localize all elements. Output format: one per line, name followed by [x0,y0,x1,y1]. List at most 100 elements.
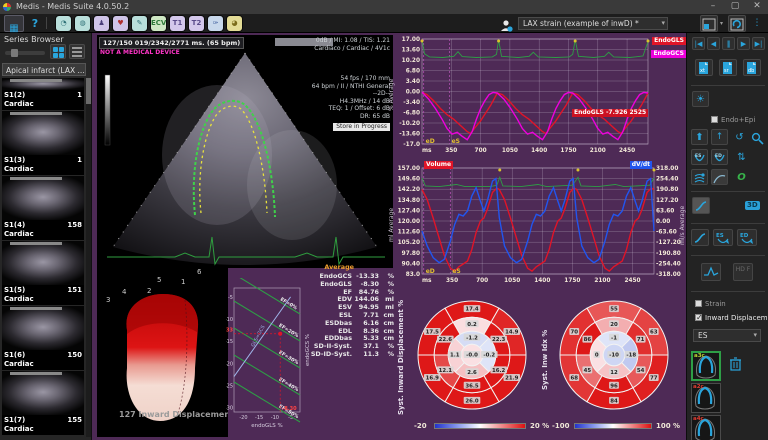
series-thumbnail[interactable]: S1(3)1Cardiac [2,111,84,175]
legend-EndoGCS[interactable]: EndoGCS [651,50,686,58]
magnifier-icon[interactable] [749,129,766,145]
contour-thumbnail-a4c[interactable]: a4c [691,415,721,440]
ed-phase-button[interactable]: ED [737,229,757,246]
svg-text:127.20: 127.20 [656,198,678,204]
series-thumbnail[interactable]: S1(6)150Cardiac [2,306,84,370]
reset-layout-button[interactable] [728,15,746,32]
series-name: S1(7) [4,416,25,424]
app-icon-♟[interactable]: ♟ [94,16,109,31]
app-icon-✎[interactable]: ✎ [132,16,147,31]
study-tab[interactable]: Apical infarct (LAX ... [2,63,86,76]
thumbnail-size-slider[interactable] [5,51,45,55]
measurement-value: 6.16 [363,319,379,327]
inward-displacement-checkbox-row[interactable]: Inward Displacement [695,313,768,323]
series-scrollbar[interactable] [86,78,91,437]
scrollbar-thumb[interactable] [86,78,91,104]
app-icon-✑[interactable]: ✑ [208,16,223,31]
export-report-button-2[interactable]: sr [719,59,737,76]
app-icon-◕[interactable]: ◕ [227,16,242,31]
split-axis-icon[interactable]: ⇅ [733,149,750,165]
strain-checkbox-row[interactable]: Strain [695,299,726,309]
svg-text:10.20: 10.20 [402,58,420,64]
series-thumbnail[interactable]: S1(4)158Cardiac [2,176,84,240]
undo-button[interactable]: ↺ [731,129,748,145]
list-view-button[interactable] [69,44,85,59]
ed-contour-button[interactable]: ED [711,149,728,165]
layers-button[interactable] [691,169,708,185]
layout-button[interactable] [700,15,718,32]
curve-display-button[interactable] [701,263,721,281]
curve-tool-button[interactable] [711,169,728,185]
sigmoid-edit-button[interactable] [691,229,709,246]
segment-marker: 3 [106,296,110,304]
heart-3d-view[interactable]: 3 4 2 5 1 6 127 Inward Displacement [97,268,228,437]
previous-frame-button[interactable]: ◀ [707,37,720,50]
contour-thumbnail-a2c[interactable]: a2c [691,383,721,413]
series-thumbnail[interactable]: S1(2)1Cardiac [2,78,84,110]
inward-displacement-checkbox[interactable] [695,314,702,321]
phase-select[interactable]: ES ▾ [693,329,761,342]
series-thumbnail[interactable]: S1(7)155Cardiac [2,371,84,435]
bullseye_inw_idx-rings: 556377846870207154964586-1-18120-10 [550,292,678,420]
help-button[interactable]: ? [28,15,42,32]
series-modality: Cardiac [2,230,84,240]
bullseye-inw-idx-plot[interactable]: 556377846870207154964586-1-18120-10 [550,292,678,440]
app-icon-♥[interactable]: ♥ [113,16,128,31]
layout-caret-icon[interactable]: ▾ [720,20,723,27]
play-button[interactable]: ▶ [737,37,750,50]
delete-contour-button[interactable] [727,355,743,373]
svg-text:0.00: 0.00 [656,219,670,225]
svg-text:-10: -10 [226,317,233,323]
svg-text:190.80: 190.80 [656,187,678,193]
bullseye-displacement-plot[interactable]: 17.414.921.926.016.917.50.222.316.236.51… [408,292,536,440]
legend-Volume[interactable]: Volume [424,161,453,169]
es-contour-button[interactable]: ES [691,149,708,165]
endo-epi-checkbox[interactable] [711,116,718,123]
app-icon-◔[interactable]: ◔ [56,16,71,31]
ultrasound-view[interactable]: 127/150 019/2342/2771 ms. (65 bpm) NOT A… [97,35,393,268]
colorbar-min-label: -100 [552,422,570,430]
close-button[interactable]: ✕ [746,0,768,14]
shift-up-button[interactable]: ⬆ [691,129,708,145]
contour-thumbnail-a3c[interactable]: a3c [691,351,721,381]
ellipse-roi-icon[interactable]: O [733,169,750,185]
workspace-select[interactable]: LAX strain (example of inwD) * ▾ [518,17,668,30]
app-icon-T1[interactable]: T1 [170,16,185,31]
app-icon-ECV[interactable]: ECV [151,16,166,31]
series-thumbnail[interactable]: S1(5)151Cardiac [2,241,84,305]
last-frame-button[interactable]: ▶| [752,37,765,50]
svg-text:-13.33: -13.33 [226,328,234,334]
export-report-button-3[interactable]: db [743,59,761,76]
hd-function-button[interactable]: HD F [733,263,753,281]
user-profile-icon[interactable] [500,17,513,30]
app-icon-◍[interactable]: ◍ [75,16,90,31]
brightness-button[interactable]: ☀ [692,91,709,107]
svg-text:-17.0: -17.0 [403,142,420,148]
svg-text:77: 77 [650,376,658,382]
maximize-button[interactable]: ▢ [724,0,746,14]
legend-EndoGLS[interactable]: EndoGLS [652,37,686,45]
volume-curves-chart[interactable]: 157.00149.60142.20134.80127.40120.00112.… [396,159,688,290]
pause-button[interactable]: ‖ [722,37,735,50]
app-icon-T2[interactable]: T2 [189,16,204,31]
volume-chart-ylabel: ml Average [388,185,395,265]
endo-epi-checkbox-row[interactable]: Endo+Epi [711,115,755,125]
svg-text:EF=30%: EF=30% [278,350,300,367]
3d-mode-badge[interactable]: 3D [745,201,760,210]
grid-view-button[interactable] [50,44,66,59]
first-frame-button[interactable]: |◀ [692,37,705,50]
strain-curves-chart[interactable]: 17.0013.6010.206.803.400.00-3.40-6.80-10… [396,33,688,159]
nudge-up-button[interactable]: ↑ [711,129,728,145]
series-browser-toggle-button[interactable]: ▦ [4,15,24,32]
preset-info: Cardiaco / Cardiac / 4V1c [314,45,390,53]
svg-text:-20: -20 [226,361,233,367]
kebab-menu-icon[interactable]: ⋮ [752,15,762,32]
sigmoid-display-button[interactable] [692,197,710,214]
minimize-button[interactable]: – [702,0,724,14]
slider-knob[interactable] [11,49,18,57]
legend-dVdt[interactable]: dV/dt [630,161,652,169]
es-phase-button[interactable]: ES [713,229,733,246]
strain-checkbox[interactable] [695,300,702,307]
series-name: S1(6) [4,351,25,359]
export-report-button-1[interactable]: xt [695,59,713,76]
